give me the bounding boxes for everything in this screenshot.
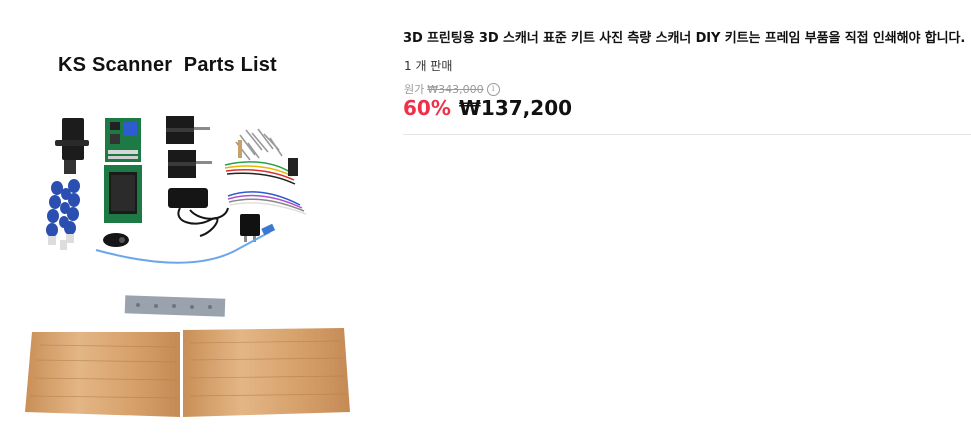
divider (403, 134, 971, 135)
price-row: 60% ₩137,200 (403, 96, 572, 120)
lcd-screen-icon (104, 165, 142, 223)
screws-icon (235, 128, 283, 161)
sale-price: ₩137,200 (458, 96, 573, 120)
original-price-label: 원가 (404, 83, 425, 96)
power-adapter-icon (168, 188, 229, 237)
discount-rate: 60% (403, 96, 451, 120)
original-price: ₩343,000 (427, 82, 484, 96)
jumper-wires-icon (224, 158, 307, 215)
parts-list-title: KS Scanner Parts List (58, 54, 277, 76)
product-title[interactable]: 3D 프린팅용 3D 스캐너 표준 키트 사진 측량 스캐너 DIY 키트는 프… (403, 27, 965, 46)
info-icon[interactable]: i (486, 82, 500, 96)
sold-count: 1 개 판매 (404, 59, 453, 73)
stepper-motor-icon (166, 116, 212, 178)
product-image[interactable]: KS Scanner Parts List (0, 0, 380, 440)
original-price-row: 원가 ₩343,000 i (404, 81, 500, 97)
tripod-icon (46, 118, 89, 250)
metal-plate-icon (124, 295, 226, 317)
product-info-panel: 3D 프린팅용 3D 스캐너 표준 키트 사진 측량 스캐너 DIY 키트는 프… (403, 0, 971, 440)
wood-boards-icon (25, 328, 350, 417)
remote-shutter-icon (103, 233, 129, 247)
controller-board-icon (105, 118, 141, 162)
